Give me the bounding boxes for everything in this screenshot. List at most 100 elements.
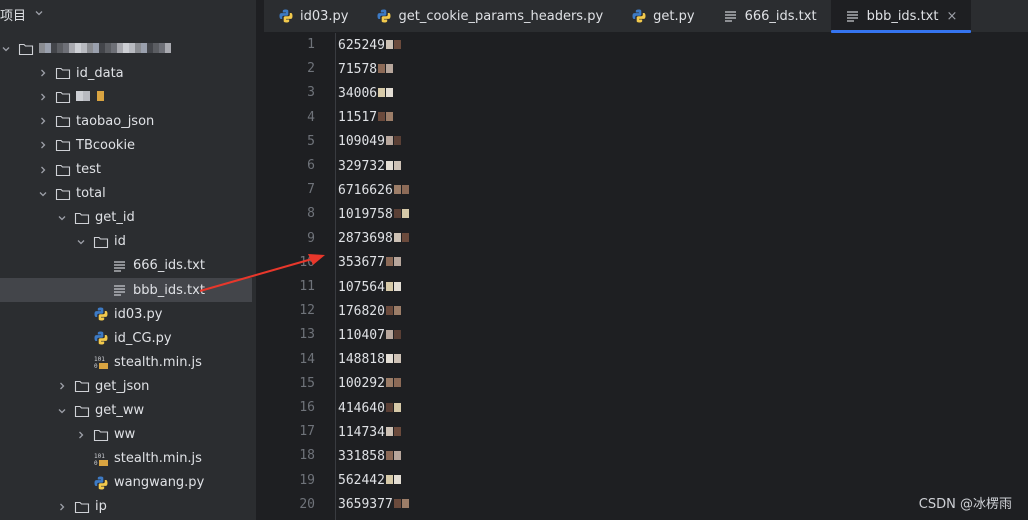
chevron-right-icon[interactable] [56,381,68,391]
text-file-icon [112,282,128,298]
code-line[interactable]: 625249 [338,35,401,55]
code-line[interactable]: 148818 [338,350,401,370]
folder-icon [55,113,71,129]
close-icon[interactable]: × [946,9,957,24]
line-number: 4 [307,109,315,125]
chevron-down-icon[interactable] [75,237,87,247]
tree-item[interactable]: ww [0,423,256,447]
code-line[interactable]: 71578 [338,59,394,79]
tree-item-label: id_data [76,65,124,81]
code-line[interactable]: 6716626 [338,180,409,200]
tree-item[interactable]: id03.py [0,302,256,326]
line-number: 9 [307,230,315,246]
code-line-text: 100292 [338,376,385,392]
panel-splitter[interactable] [256,0,264,520]
tree-item-label: id [114,234,126,250]
folder-icon [74,499,90,515]
tree-item[interactable]: 666_ids.txt [0,254,256,278]
code-line-text: 625249 [338,37,385,53]
tree-item[interactable]: get_ww [0,399,256,423]
redacted-digits [385,376,401,391]
chevron-right-icon[interactable] [37,116,49,126]
folder-icon [55,137,71,153]
line-number: 1 [307,37,315,52]
tree-item[interactable]: wangwang.py [0,471,256,495]
code-line[interactable]: 562442 [338,471,401,491]
tab-get-py[interactable]: get.py [617,0,708,32]
python-icon [376,8,392,24]
tree-item[interactable]: id [0,230,256,254]
code-line[interactable]: 329732 [338,156,401,176]
editor-area[interactable]: 1 2 3 4 5 6 7 8 9 10 11 12 13 14 15 16 17 18 19 20 625249 71… [264,33,1028,520]
tab-label: get_cookie_params_headers.py [398,8,604,24]
code-line[interactable]: 2873698 [338,229,409,249]
chevron-down-icon[interactable] [56,213,68,223]
code-line[interactable]: 331858 [338,446,401,466]
redacted-digits [393,207,409,222]
redacted-digits [385,352,401,367]
tab-get-cookie-params-headers-py[interactable]: get_cookie_params_headers.py [362,0,617,32]
chevron-down-icon[interactable] [0,44,12,54]
code-line[interactable]: 1019758 [338,204,409,224]
tree-item[interactable] [0,37,256,61]
chevron-right-icon[interactable] [37,165,49,175]
tab-666-ids-txt[interactable]: 666_ids.txt [709,0,831,32]
redacted-digits [385,425,401,440]
code-line[interactable]: 11517 [338,108,394,128]
tree-item[interactable]: ip [0,495,256,519]
code-line[interactable]: 3659377 [338,495,409,515]
tree-item-label: taobao_json [76,113,155,129]
folder-icon [74,378,90,394]
code-line[interactable]: 100292 [338,374,401,394]
chevron-down-icon[interactable] [37,189,49,199]
code-line[interactable]: 110407 [338,325,401,345]
code-line-text: 331858 [338,448,385,464]
code-line-text: 1019758 [338,206,393,222]
editor-tab-bar: id03.py get_cookie_params_headers.py get.p… [264,0,1028,33]
code-line[interactable]: 353677 [338,253,401,273]
tree-item[interactable]: get_json [0,374,256,398]
chevron-right-icon[interactable] [56,502,68,512]
code-line[interactable]: 34006 [338,83,394,103]
code-line[interactable]: 414640 [338,398,401,418]
tree-item[interactable] [0,85,256,109]
tree-item-label: stealth.min.js [114,451,202,467]
tree-item[interactable]: taobao_json [0,109,256,133]
chevron-down-icon[interactable] [56,406,68,416]
tab-bbb-ids-txt[interactable]: bbb_ids.txt × [830,0,972,33]
tree-item[interactable]: 101 0 stealth.min.js [0,447,256,471]
tree-item[interactable]: 101 0 stealth.min.js [0,350,256,374]
tab-id03-py[interactable]: id03.py [264,0,362,32]
redacted-digits [385,255,401,270]
redacted-digits [385,401,401,416]
chevron-right-icon[interactable] [37,68,49,78]
tab-label: get.py [653,8,695,24]
tree-item-label: 666_ids.txt [133,258,205,274]
tree-item-label: id_CG.py [114,330,172,346]
tree-item[interactable]: get_id [0,206,256,230]
code-line[interactable]: 107564 [338,277,401,297]
tree-item[interactable]: bbb_ids.txt [0,278,252,302]
chevron-down-icon[interactable] [34,8,44,21]
tree-item-label: wangwang.py [114,475,205,491]
redacted-label [76,90,104,105]
folder-icon [93,427,109,443]
tree-item[interactable]: id_data [0,61,256,85]
tree-item-label: get_json [95,378,150,394]
tree-item[interactable]: total [0,182,256,206]
chevron-right-icon[interactable] [75,430,87,440]
tree-item[interactable]: id_CG.py [0,326,256,350]
chevron-right-icon[interactable] [37,92,49,102]
tab-label: id03.py [300,8,349,24]
code-line[interactable]: 109049 [338,132,401,152]
project-panel-header[interactable]: 项目 [0,0,256,28]
code-line[interactable]: 114734 [338,422,401,442]
tree-item[interactable]: TBcookie [0,133,256,157]
line-number: 2 [307,61,315,77]
chevron-right-icon[interactable] [37,140,49,150]
text-file-icon [845,8,861,24]
redacted-digits [377,110,394,125]
tree-item[interactable]: test [0,158,256,182]
code-line-text: 176820 [338,303,385,319]
code-line[interactable]: 176820 [338,301,401,321]
